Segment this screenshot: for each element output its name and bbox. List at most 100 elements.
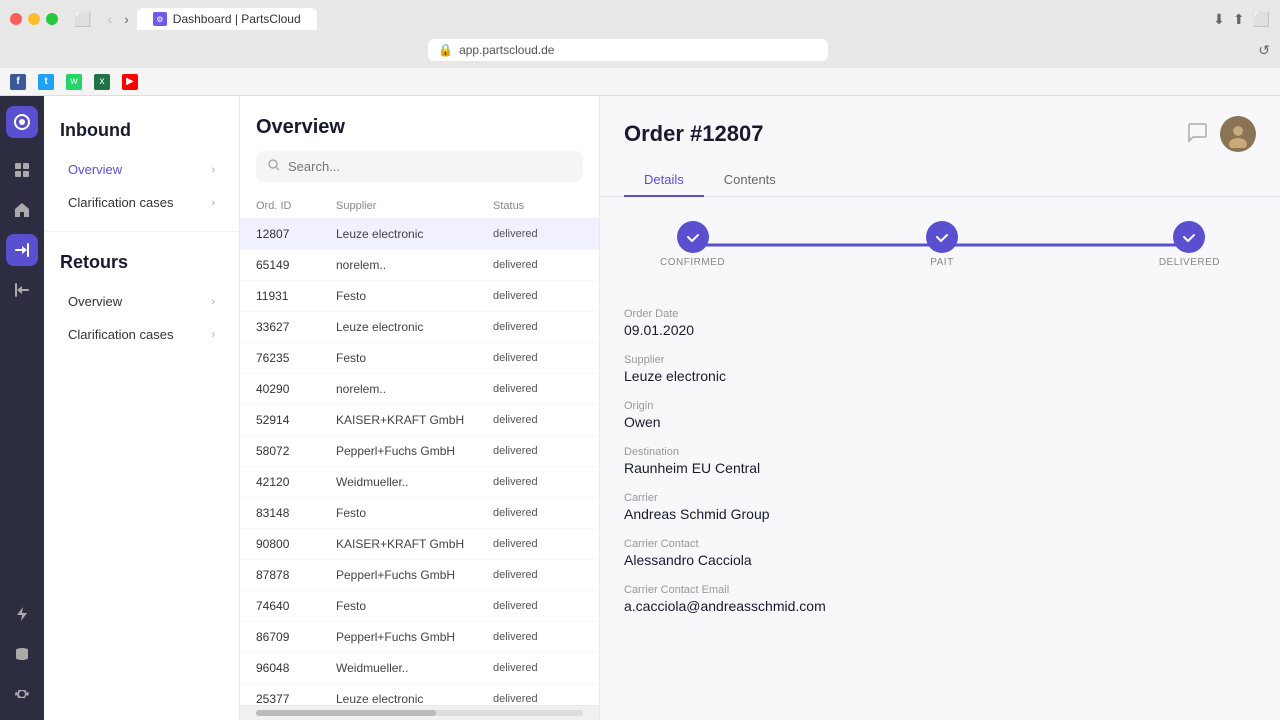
table-row[interactable]: 52914 KAISER+KRAFT GmbH delivered <box>240 405 599 436</box>
row-supplier: KAISER+KRAFT GmbH <box>336 537 493 551</box>
new-window-icon[interactable]: ⬜ <box>1253 11 1270 28</box>
bookmark-facebook-icon: f <box>10 74 26 90</box>
table-row[interactable]: 65149 norelem.. delivered <box>240 250 599 281</box>
nav-divider <box>44 231 239 232</box>
active-tab[interactable]: ⚙ Dashboard | PartsCloud <box>137 8 317 30</box>
nav-icon-settings[interactable] <box>6 678 38 710</box>
search-box[interactable] <box>256 151 583 182</box>
maximize-button[interactable] <box>46 13 58 25</box>
row-supplier: Leuze electronic <box>336 227 493 241</box>
table-row[interactable]: 76235 Festo delivered <box>240 343 599 374</box>
table-row[interactable]: 87878 Pepperl+Fuchs GmbH delivered <box>240 560 599 591</box>
field-destination-value: Raunheim EU Central <box>624 460 1256 476</box>
bookmark-whatsapp[interactable]: w <box>66 74 82 90</box>
scrollbar-thumb <box>256 710 436 716</box>
table-row[interactable]: 58072 Pepperl+Fuchs GmbH delivered <box>240 436 599 467</box>
nav-icon-database[interactable] <box>6 638 38 670</box>
progress-tracker: CONFIRMED PAIT <box>600 197 1280 292</box>
overview-header: Overview <box>240 96 599 151</box>
step-paid-label: PAIT <box>930 257 953 268</box>
step-delivered-label: DELIVERED <box>1159 257 1220 268</box>
field-carrier-contact-value: Alessandro Cacciola <box>624 552 1256 568</box>
row-supplier: KAISER+KRAFT GmbH <box>336 413 493 427</box>
nav-item-retours-overview[interactable]: Overview › <box>52 286 231 317</box>
minimize-button[interactable] <box>28 13 40 25</box>
row-id: 11931 <box>256 289 336 303</box>
nav-item-retours-clarification[interactable]: Clarification cases › <box>52 319 231 350</box>
table-row[interactable]: 11931 Festo delivered <box>240 281 599 312</box>
window-controls <box>10 13 58 25</box>
field-origin-label: Origin <box>624 400 1256 412</box>
table-row[interactable]: 12807 Leuze electronic delivered <box>240 219 599 250</box>
app-logo <box>6 106 38 138</box>
nav-icon-home[interactable] <box>6 194 38 226</box>
table-row[interactable]: 96048 Weidmueller.. delivered <box>240 653 599 684</box>
bookmark-youtube[interactable]: ▶ <box>122 74 138 90</box>
table-row[interactable]: 25377 Leuze electronic delivered <box>240 684 599 705</box>
field-supplier: Supplier Leuze electronic <box>624 354 1256 384</box>
row-status: delivered <box>493 569 583 581</box>
row-id: 25377 <box>256 692 336 705</box>
row-status: delivered <box>493 631 583 643</box>
bookmark-excel[interactable]: x <box>94 74 110 90</box>
nav-icon-grid[interactable] <box>6 154 38 186</box>
app-container: Inbound Overview › Clarification cases ›… <box>0 96 1280 720</box>
bookmark-twitter[interactable]: t <box>38 74 54 90</box>
bookmark-whatsapp-icon: w <box>66 74 82 90</box>
nav-item-inbound-clarification[interactable]: Clarification cases › <box>52 187 231 218</box>
nav-icon-inbound[interactable] <box>6 234 38 266</box>
step-paid-circle <box>926 221 958 253</box>
nav-item-inbound-overview[interactable]: Overview › <box>52 154 231 185</box>
field-order-date-label: Order Date <box>624 308 1256 320</box>
row-id: 87878 <box>256 568 336 582</box>
row-id: 52914 <box>256 413 336 427</box>
chat-icon[interactable] <box>1186 121 1208 148</box>
table-row[interactable]: 42120 Weidmueller.. delivered <box>240 467 599 498</box>
order-detail-actions <box>1186 116 1256 152</box>
nav-icon-lightning[interactable] <box>6 598 38 630</box>
row-supplier: Leuze electronic <box>336 320 493 334</box>
overview-panel: Overview Ord. ID Supplier Status <box>240 96 600 720</box>
download-icon[interactable]: ⬇ <box>1213 11 1225 28</box>
field-origin-value: Owen <box>624 414 1256 430</box>
bookmark-twitter-icon: t <box>38 74 54 90</box>
step-confirmed-label: CONFIRMED <box>660 257 725 268</box>
tab-contents[interactable]: Contents <box>704 164 796 197</box>
inbound-section-title: Inbound <box>44 112 239 153</box>
horizontal-scrollbar[interactable] <box>240 705 599 720</box>
field-supplier-value: Leuze electronic <box>624 368 1256 384</box>
row-status: delivered <box>493 290 583 302</box>
row-id: 96048 <box>256 661 336 675</box>
bookmark-excel-icon: x <box>94 74 110 90</box>
table-row[interactable]: 83148 Festo delivered <box>240 498 599 529</box>
table-row[interactable]: 40290 norelem.. delivered <box>240 374 599 405</box>
table-row[interactable]: 90800 KAISER+KRAFT GmbH delivered <box>240 529 599 560</box>
nav-icon-outbound[interactable] <box>6 274 38 306</box>
row-id: 74640 <box>256 599 336 613</box>
detail-tabs: Details Contents <box>600 164 1280 197</box>
tab-details[interactable]: Details <box>624 164 704 197</box>
row-supplier: Weidmueller.. <box>336 661 493 675</box>
row-status: delivered <box>493 600 583 612</box>
table-row[interactable]: 33627 Leuze electronic delivered <box>240 312 599 343</box>
field-order-date: Order Date 09.01.2020 <box>624 308 1256 338</box>
table-header: Ord. ID Supplier Status <box>240 194 599 219</box>
bookmark-facebook[interactable]: f <box>10 74 26 90</box>
field-supplier-label: Supplier <box>624 354 1256 366</box>
url-bar[interactable]: 🔒 app.partscloud.de <box>428 39 828 61</box>
back-button[interactable]: ‹ <box>103 9 116 29</box>
tab-bar: ⬜ ‹ › ⚙ Dashboard | PartsCloud ⬇ ⬆ ⬜ <box>0 0 1280 32</box>
table-row[interactable]: 86709 Pepperl+Fuchs GmbH delivered <box>240 622 599 653</box>
row-id: 83148 <box>256 506 336 520</box>
reload-icon[interactable]: ↺ <box>1258 42 1270 59</box>
share-icon[interactable]: ⬆ <box>1233 11 1245 28</box>
table-row[interactable]: 74640 Festo delivered <box>240 591 599 622</box>
row-supplier: Festo <box>336 599 493 613</box>
sidebar-toggle-icon[interactable]: ⬜ <box>74 11 91 28</box>
col-ord-id: Ord. ID <box>256 200 336 212</box>
close-button[interactable] <box>10 13 22 25</box>
forward-button[interactable]: › <box>120 9 133 29</box>
bookmarks-bar: f t w x ▶ <box>0 68 1280 96</box>
search-input[interactable] <box>288 159 571 174</box>
nav-item-retours-overview-label: Overview <box>68 294 122 309</box>
